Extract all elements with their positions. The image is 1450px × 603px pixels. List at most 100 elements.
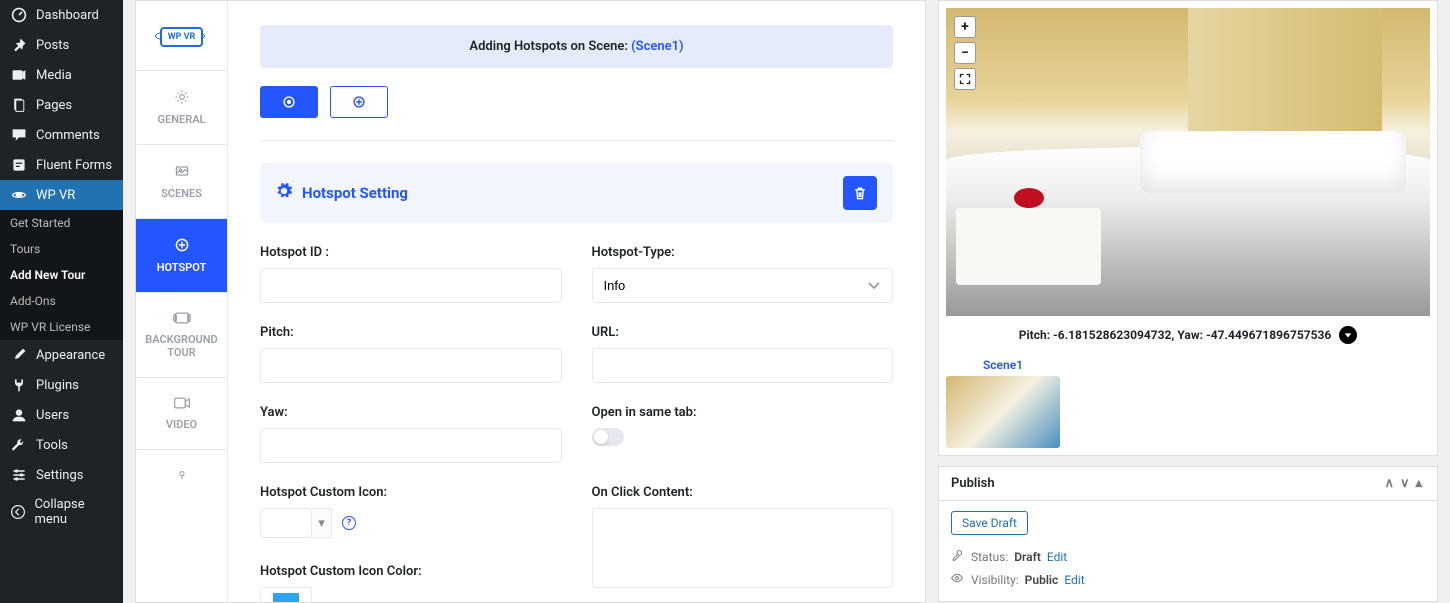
dashboard-icon <box>10 7 28 23</box>
comment-icon <box>10 127 28 143</box>
gear-icon <box>276 183 292 203</box>
tab-label: HOTSPOT <box>157 261 207 274</box>
menu-appearance[interactable]: Appearance <box>0 340 123 370</box>
label-same-tab: Open in same tab: <box>592 405 894 420</box>
label-hotspot-id: Hotspot ID : <box>260 245 562 260</box>
pitch-yaw-readout: Pitch: -6.181528623094732, Yaw: -47.4496… <box>946 316 1430 350</box>
input-url[interactable] <box>592 348 894 383</box>
editor-panel: WP VR GENERAL SCENES HOTSPOT BACK <box>135 0 926 603</box>
tab-video[interactable]: VIDEO <box>136 378 227 450</box>
zoom-in-button[interactable]: + <box>954 16 976 38</box>
tab-general[interactable]: GENERAL <box>136 71 227 145</box>
wrench-icon <box>10 437 28 453</box>
menu-plugins[interactable]: Plugins <box>0 370 123 400</box>
field-hotspot-type: Hotspot-Type: Info <box>592 245 894 303</box>
vr-icon <box>10 187 28 203</box>
tab-hotspot[interactable]: HOTSPOT <box>136 219 227 293</box>
section-title: Hotspot Setting <box>302 184 843 202</box>
panel-down-icon[interactable]: ∨ <box>1397 476 1413 491</box>
submenu-tours[interactable]: Tours <box>0 236 123 262</box>
menu-label: Posts <box>36 38 69 53</box>
hotspot-tab-add[interactable] <box>330 86 388 118</box>
arrow-down-icon[interactable] <box>1339 326 1357 344</box>
menu-settings[interactable]: Settings <box>0 460 123 490</box>
submenu-get-started[interactable]: Get Started <box>0 210 123 236</box>
scene-thumb-image <box>946 376 1060 448</box>
fullscreen-button[interactable] <box>954 68 976 90</box>
zoom-out-button[interactable]: − <box>954 42 976 64</box>
tab-label: SCENES <box>161 187 202 200</box>
label-yaw: Yaw: <box>260 405 562 420</box>
menu-posts[interactable]: Posts <box>0 30 123 60</box>
input-hotspot-id[interactable] <box>260 268 562 303</box>
submenu-add-new-tour[interactable]: Add New Tour <box>0 262 123 288</box>
menu-collapse[interactable]: Collapse menu <box>0 490 123 534</box>
label-hotspot-type: Hotspot-Type: <box>592 245 894 260</box>
menu-pages[interactable]: Pages <box>0 90 123 120</box>
icon-preview-box <box>260 508 312 538</box>
menu-label: Fluent Forms <box>36 158 112 173</box>
field-custom-icon: Hotspot Custom Icon: ▾ ? Hotspot Custom … <box>260 485 562 602</box>
field-url: URL: <box>592 325 894 383</box>
tab-label: BACKGROUND TOUR <box>145 333 217 359</box>
menu-label: Dashboard <box>36 8 99 23</box>
label-url: URL: <box>592 325 894 340</box>
menu-media[interactable]: Media <box>0 60 123 90</box>
submenu-addons[interactable]: Add-Ons <box>0 288 123 314</box>
icon-dropdown[interactable]: ▾ <box>312 508 332 538</box>
media-icon <box>10 67 28 83</box>
input-yaw[interactable] <box>260 428 562 463</box>
panel-up-icon[interactable]: ∧ <box>1381 476 1397 491</box>
select-hotspot-type[interactable]: Info <box>592 268 894 303</box>
toggle-same-tab[interactable] <box>592 428 624 446</box>
menu-label: Media <box>36 68 72 83</box>
pin-icon <box>10 37 28 53</box>
editor-main: Adding Hotspots on Scene: (Scene1) Hotsp… <box>228 1 925 602</box>
menu-wpvr[interactable]: WP VR <box>0 180 123 210</box>
field-same-tab: Open in same tab: <box>592 405 894 463</box>
label-click-content: On Click Content: <box>592 485 894 500</box>
edit-status-link[interactable]: Edit <box>1047 550 1067 564</box>
input-click-content[interactable] <box>592 508 894 588</box>
menu-fluent-forms[interactable]: Fluent Forms <box>0 150 123 180</box>
menu-label: Settings <box>36 468 83 483</box>
submenu-license[interactable]: WP VR License <box>0 314 123 340</box>
save-draft-button[interactable]: Save Draft <box>951 511 1028 535</box>
menu-dashboard[interactable]: Dashboard <box>0 0 123 30</box>
preview-panel: + − Pitch: -6.181528623094732, Yaw: -47.… <box>938 0 1438 456</box>
publish-panel: Publish ∧ ∨ ▴ Save Draft Status: Draft E… <box>938 466 1438 602</box>
tab-scenes[interactable]: SCENES <box>136 145 227 219</box>
plug-icon <box>10 377 28 393</box>
menu-users[interactable]: Users <box>0 400 123 430</box>
hotspot-setting-header: Hotspot Setting <box>260 163 893 223</box>
edit-visibility-link[interactable]: Edit <box>1064 573 1084 587</box>
scene-link[interactable]: (Scene1) <box>631 39 683 54</box>
menu-label: Tools <box>36 438 68 453</box>
form-icon <box>10 157 28 173</box>
field-click-content: On Click Content: <box>592 485 894 592</box>
field-yaw: Yaw: <box>260 405 562 463</box>
menu-label: Appearance <box>36 348 105 363</box>
hotspot-tab-current[interactable] <box>260 86 318 118</box>
brush-icon <box>10 347 28 363</box>
menu-comments[interactable]: Comments <box>0 120 123 150</box>
panel-toggle-icon[interactable]: ▴ <box>1412 476 1425 491</box>
menu-label: Users <box>36 408 69 423</box>
collapse-icon <box>10 504 26 520</box>
tab-more[interactable] <box>136 450 227 508</box>
status-row: Status: Draft Edit <box>951 545 1425 568</box>
tab-background-tour[interactable]: BACKGROUND TOUR <box>136 293 227 378</box>
input-pitch[interactable] <box>260 348 562 383</box>
field-hotspot-id: Hotspot ID : <box>260 245 562 303</box>
scene-thumbnail[interactable]: Scene1 <box>946 354 1060 448</box>
color-swatch[interactable] <box>260 587 312 602</box>
menu-label: Pages <box>36 98 72 113</box>
key-icon <box>951 549 965 564</box>
scene-banner: Adding Hotspots on Scene: (Scene1) <box>260 25 893 68</box>
panorama-viewer[interactable]: + − <box>946 8 1430 316</box>
delete-hotspot-button[interactable] <box>843 176 877 210</box>
help-icon[interactable]: ? <box>342 516 356 530</box>
menu-tools[interactable]: Tools <box>0 430 123 460</box>
vertical-tabs: WP VR GENERAL SCENES HOTSPOT BACK <box>136 1 228 602</box>
menu-label: WP VR <box>36 188 75 203</box>
